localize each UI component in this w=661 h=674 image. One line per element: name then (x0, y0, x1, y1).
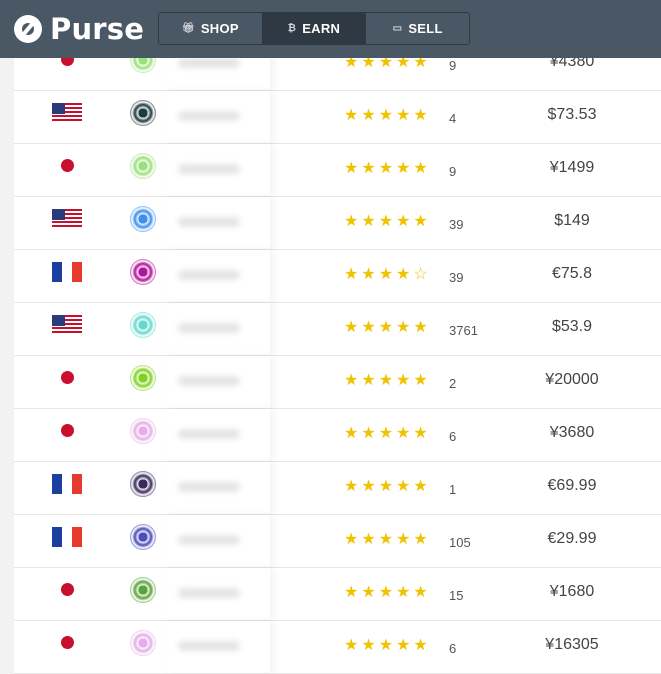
purse-logo-icon (14, 15, 42, 43)
listing-row[interactable]: ★★★★★ 6 ¥16305 (14, 621, 661, 674)
listing-row[interactable]: ★★★★★ 39 $149 (14, 197, 661, 250)
seller-avatar[interactable] (130, 471, 156, 497)
listing-price: €29.99 (547, 530, 597, 547)
listing-row[interactable]: ★★★★★ 2 ¥20000 (14, 356, 661, 409)
seller-avatar[interactable] (130, 418, 156, 444)
seller-name-blurred (164, 568, 270, 620)
listing-price: ¥1499 (549, 159, 595, 176)
flag-fr-icon (52, 527, 82, 547)
seller-name-blurred (164, 515, 270, 567)
seller-avatar[interactable] (130, 100, 156, 126)
seller-name-blurred (164, 462, 270, 514)
flag-jp-icon (61, 636, 74, 649)
tab-sell-label: SELL (408, 21, 443, 36)
rating-count: 6 (449, 429, 457, 444)
seller-avatar[interactable] (130, 259, 156, 285)
rating-stars: ★★★★★ (344, 425, 431, 442)
listing-price: ¥16305 (545, 636, 599, 653)
seller-name-blurred (164, 621, 270, 673)
nav-tabs: 🎁︎ SHOP ₿ EARN ▭ SELL (158, 12, 470, 45)
top-navigation-bar: Purse 🎁︎ SHOP ₿ EARN ▭ SELL (0, 0, 661, 58)
seller-name-blurred (164, 356, 270, 408)
brand-name: Purse (50, 12, 145, 46)
rating-stars: ★★★★★ (344, 372, 431, 389)
rating-count: 9 (449, 164, 457, 179)
flag-us-icon (52, 103, 82, 123)
listing-price: €69.99 (547, 477, 597, 494)
listing-price: ¥3680 (549, 424, 595, 441)
rating-stars: ★★★★★ (344, 637, 431, 654)
flag-jp-icon (61, 371, 74, 384)
listing-row[interactable]: ★★★★★ 3761 $53.9 (14, 303, 661, 356)
seller-name-blurred (164, 144, 270, 196)
seller-avatar[interactable] (130, 153, 156, 179)
seller-name-blurred (164, 303, 270, 355)
rating-count: 15 (449, 588, 464, 603)
rating-count: 39 (449, 270, 464, 285)
listing-row[interactable]: ★★★★★ 6 ¥3680 (14, 409, 661, 462)
flag-us-icon (52, 315, 82, 335)
seller-avatar[interactable] (130, 365, 156, 391)
seller-name-blurred (164, 409, 270, 461)
listing-row[interactable]: ★★★★★ 15 ¥1680 (14, 568, 661, 621)
rating-count: 6 (449, 641, 457, 656)
rating-stars: ★★★★★ (344, 319, 431, 336)
seller-avatar[interactable] (130, 206, 156, 232)
flag-fr-icon (52, 262, 82, 282)
gift-icon: 🎁︎ (181, 23, 195, 34)
bitcoin-icon: ₿ (287, 23, 297, 34)
listing-price: $73.53 (547, 106, 597, 123)
rating-count: 2 (449, 376, 457, 391)
flag-fr-icon (52, 474, 82, 494)
rating-count: 4 (449, 111, 457, 126)
rating-stars: ★★★★★ (344, 584, 431, 601)
rating-stars: ★★★★★ (344, 213, 431, 230)
listing-price: $149 (554, 212, 590, 229)
rating-count: 39 (449, 217, 464, 232)
flag-jp-icon (61, 159, 74, 172)
listing-row[interactable]: ★★★★★ 1 €69.99 (14, 462, 661, 515)
rating-count: 105 (449, 535, 471, 550)
rating-count: 1 (449, 482, 457, 497)
rating-count: 9 (449, 58, 457, 73)
listing-list: ★★★★★ 9 ¥4380 ★★★★★ 4 $73.53 ★★★★★ 9 ¥1499 ★★★★★ 3… (14, 38, 661, 674)
rating-count: 3761 (449, 323, 478, 338)
seller-avatar[interactable] (130, 630, 156, 656)
rating-stars: ★★★★★ (344, 160, 431, 177)
tab-sell[interactable]: ▭ SELL (366, 13, 469, 44)
listing-price: $53.9 (551, 318, 593, 335)
seller-avatar[interactable] (130, 524, 156, 550)
flag-jp-icon (61, 424, 74, 437)
seller-name-blurred (164, 91, 270, 143)
seller-name-blurred (164, 197, 270, 249)
rating-stars: ★★★★★ (344, 478, 431, 495)
flag-us-icon (52, 209, 82, 229)
listing-row[interactable]: ★★★★☆ 39 €75.8 (14, 250, 661, 303)
tab-shop-label: SHOP (200, 21, 239, 36)
flag-jp-icon (61, 583, 74, 596)
listing-price: €75.8 (551, 265, 593, 282)
listing-price: ¥1680 (549, 583, 595, 600)
tab-earn-label: EARN (302, 21, 341, 36)
card-icon: ▭ (392, 23, 403, 34)
rating-stars: ★★★★★ (344, 531, 431, 548)
seller-avatar[interactable] (130, 312, 156, 338)
seller-name-blurred (164, 250, 270, 302)
listing-row[interactable]: ★★★★★ 4 $73.53 (14, 91, 661, 144)
rating-stars: ★★★★★ (344, 107, 431, 124)
tab-shop[interactable]: 🎁︎ SHOP (159, 13, 263, 44)
tab-earn[interactable]: ₿ EARN (262, 13, 367, 44)
listing-price: ¥20000 (545, 371, 599, 388)
brand-logo[interactable]: Purse (14, 12, 144, 46)
listing-row[interactable]: ★★★★★ 105 €29.99 (14, 515, 661, 568)
listing-row[interactable]: ★★★★★ 9 ¥1499 (14, 144, 661, 197)
rating-stars: ★★★★☆ (344, 266, 431, 283)
seller-avatar[interactable] (130, 577, 156, 603)
